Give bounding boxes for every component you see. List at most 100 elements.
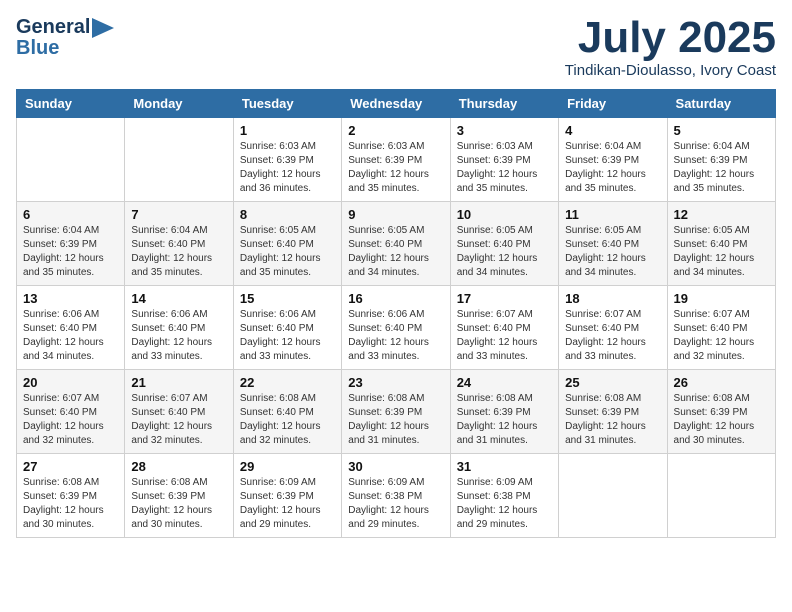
day-number: 16 xyxy=(348,291,443,306)
calendar-cell: 5 Sunrise: 6:04 AM Sunset: 6:39 PM Daylig… xyxy=(667,118,775,202)
day-info: Sunrise: 6:05 AM Sunset: 6:40 PM Dayligh… xyxy=(240,224,335,280)
day-info: Sunrise: 6:08 AM Sunset: 6:39 PM Dayligh… xyxy=(348,392,443,448)
day-info: Sunrise: 6:08 AM Sunset: 6:39 PM Dayligh… xyxy=(457,392,552,448)
weekday-header-sunday: Sunday xyxy=(17,90,125,118)
day-info: Sunrise: 6:07 AM Sunset: 6:40 PM Dayligh… xyxy=(565,308,660,364)
day-number: 5 xyxy=(674,123,769,138)
calendar-cell: 15 Sunrise: 6:06 AM Sunset: 6:40 PM Dayli… xyxy=(233,286,341,370)
logo: General Blue xyxy=(16,16,114,60)
day-info: Sunrise: 6:05 AM Sunset: 6:40 PM Dayligh… xyxy=(457,224,552,280)
day-info: Sunrise: 6:03 AM Sunset: 6:39 PM Dayligh… xyxy=(240,140,335,196)
day-number: 13 xyxy=(23,291,118,306)
calendar-cell xyxy=(667,454,775,538)
logo-blue-text: Blue xyxy=(16,37,59,60)
day-number: 7 xyxy=(131,207,226,222)
day-info: Sunrise: 6:03 AM Sunset: 6:39 PM Dayligh… xyxy=(457,140,552,196)
day-info: Sunrise: 6:04 AM Sunset: 6:40 PM Dayligh… xyxy=(131,224,226,280)
calendar-cell: 29 Sunrise: 6:09 AM Sunset: 6:39 PM Dayli… xyxy=(233,454,341,538)
calendar-cell: 9Sunrise: 6:05 AM Sunset: 6:40 PM Daylig… xyxy=(342,202,450,286)
calendar-cell: 1 Sunrise: 6:03 AM Sunset: 6:39 PM Daylig… xyxy=(233,118,341,202)
day-number: 22 xyxy=(240,375,335,390)
calendar-cell: 28 Sunrise: 6:08 AM Sunset: 6:39 PM Dayli… xyxy=(125,454,233,538)
calendar-week-row: 1 Sunrise: 6:03 AM Sunset: 6:39 PM Daylig… xyxy=(17,118,776,202)
day-info: Sunrise: 6:06 AM Sunset: 6:40 PM Dayligh… xyxy=(131,308,226,364)
calendar-cell: 8 Sunrise: 6:05 AM Sunset: 6:40 PM Daylig… xyxy=(233,202,341,286)
day-info: Sunrise: 6:09 AM Sunset: 6:38 PM Dayligh… xyxy=(348,476,443,532)
day-info: Sunrise: 6:04 AM Sunset: 6:39 PM Dayligh… xyxy=(674,140,769,196)
day-number: 14 xyxy=(131,291,226,306)
day-number: 8 xyxy=(240,207,335,222)
day-info: Sunrise: 6:05 AM Sunset: 6:40 PM Dayligh… xyxy=(565,224,660,280)
weekday-header-thursday: Thursday xyxy=(450,90,558,118)
day-number: 12 xyxy=(674,207,769,222)
calendar-cell: 20 Sunrise: 6:07 AM Sunset: 6:40 PM Dayli… xyxy=(17,370,125,454)
weekday-header-wednesday: Wednesday xyxy=(342,90,450,118)
month-title: July 2025 xyxy=(565,16,776,60)
calendar-week-row: 13 Sunrise: 6:06 AM Sunset: 6:40 PM Dayli… xyxy=(17,286,776,370)
day-number: 24 xyxy=(457,375,552,390)
day-number: 28 xyxy=(131,459,226,474)
calendar-cell: 27 Sunrise: 6:08 AM Sunset: 6:39 PM Dayli… xyxy=(17,454,125,538)
calendar-week-row: 6 Sunrise: 6:04 AM Sunset: 6:39 PM Daylig… xyxy=(17,202,776,286)
calendar-cell: 25 Sunrise: 6:08 AM Sunset: 6:39 PM Dayli… xyxy=(559,370,667,454)
calendar-cell: 24 Sunrise: 6:08 AM Sunset: 6:39 PM Dayli… xyxy=(450,370,558,454)
day-number: 31 xyxy=(457,459,552,474)
day-number: 11 xyxy=(565,207,660,222)
day-info: Sunrise: 6:07 AM Sunset: 6:40 PM Dayligh… xyxy=(23,392,118,448)
calendar-cell: 4Sunrise: 6:04 AM Sunset: 6:39 PM Daylig… xyxy=(559,118,667,202)
day-number: 15 xyxy=(240,291,335,306)
calendar-week-row: 27 Sunrise: 6:08 AM Sunset: 6:39 PM Dayli… xyxy=(17,454,776,538)
day-info: Sunrise: 6:07 AM Sunset: 6:40 PM Dayligh… xyxy=(674,308,769,364)
day-info: Sunrise: 6:09 AM Sunset: 6:39 PM Dayligh… xyxy=(240,476,335,532)
calendar-cell: 31 Sunrise: 6:09 AM Sunset: 6:38 PM Dayli… xyxy=(450,454,558,538)
day-number: 18 xyxy=(565,291,660,306)
calendar-cell: 7 Sunrise: 6:04 AM Sunset: 6:40 PM Daylig… xyxy=(125,202,233,286)
day-number: 29 xyxy=(240,459,335,474)
day-info: Sunrise: 6:07 AM Sunset: 6:40 PM Dayligh… xyxy=(457,308,552,364)
weekday-header-tuesday: Tuesday xyxy=(233,90,341,118)
day-number: 9 xyxy=(348,207,443,222)
calendar-cell: 18 Sunrise: 6:07 AM Sunset: 6:40 PM Dayli… xyxy=(559,286,667,370)
day-number: 27 xyxy=(23,459,118,474)
calendar-cell: 14 Sunrise: 6:06 AM Sunset: 6:40 PM Dayli… xyxy=(125,286,233,370)
day-number: 30 xyxy=(348,459,443,474)
day-number: 20 xyxy=(23,375,118,390)
location-title: Tindikan-Dioulasso, Ivory Coast xyxy=(565,62,776,79)
calendar-cell: 16 Sunrise: 6:06 AM Sunset: 6:40 PM Dayli… xyxy=(342,286,450,370)
day-info: Sunrise: 6:08 AM Sunset: 6:39 PM Dayligh… xyxy=(565,392,660,448)
calendar-cell: 6 Sunrise: 6:04 AM Sunset: 6:39 PM Daylig… xyxy=(17,202,125,286)
day-number: 17 xyxy=(457,291,552,306)
calendar-cell xyxy=(559,454,667,538)
calendar-cell: 21 Sunrise: 6:07 AM Sunset: 6:40 PM Dayli… xyxy=(125,370,233,454)
calendar-cell: 26 Sunrise: 6:08 AM Sunset: 6:39 PM Dayli… xyxy=(667,370,775,454)
day-number: 6 xyxy=(23,207,118,222)
day-number: 26 xyxy=(674,375,769,390)
logo-general-text: General xyxy=(16,16,90,39)
weekday-header-monday: Monday xyxy=(125,90,233,118)
calendar-cell: 3 Sunrise: 6:03 AM Sunset: 6:39 PM Daylig… xyxy=(450,118,558,202)
day-info: Sunrise: 6:06 AM Sunset: 6:40 PM Dayligh… xyxy=(348,308,443,364)
weekday-header-saturday: Saturday xyxy=(667,90,775,118)
calendar-cell: 11 Sunrise: 6:05 AM Sunset: 6:40 PM Dayli… xyxy=(559,202,667,286)
day-info: Sunrise: 6:07 AM Sunset: 6:40 PM Dayligh… xyxy=(131,392,226,448)
day-info: Sunrise: 6:09 AM Sunset: 6:38 PM Dayligh… xyxy=(457,476,552,532)
day-info: Sunrise: 6:06 AM Sunset: 6:40 PM Dayligh… xyxy=(240,308,335,364)
day-number: 21 xyxy=(131,375,226,390)
day-info: Sunrise: 6:04 AM Sunset: 6:39 PM Dayligh… xyxy=(23,224,118,280)
calendar-cell: 12Sunrise: 6:05 AM Sunset: 6:40 PM Dayli… xyxy=(667,202,775,286)
day-number: 1 xyxy=(240,123,335,138)
day-number: 4 xyxy=(565,123,660,138)
day-info: Sunrise: 6:08 AM Sunset: 6:39 PM Dayligh… xyxy=(23,476,118,532)
calendar-cell xyxy=(17,118,125,202)
calendar-cell: 2Sunrise: 6:03 AM Sunset: 6:39 PM Daylig… xyxy=(342,118,450,202)
day-info: Sunrise: 6:06 AM Sunset: 6:40 PM Dayligh… xyxy=(23,308,118,364)
calendar-cell: 10 Sunrise: 6:05 AM Sunset: 6:40 PM Dayli… xyxy=(450,202,558,286)
logo-arrow-icon xyxy=(92,18,114,38)
day-info: Sunrise: 6:08 AM Sunset: 6:39 PM Dayligh… xyxy=(131,476,226,532)
day-info: Sunrise: 6:08 AM Sunset: 6:39 PM Dayligh… xyxy=(674,392,769,448)
day-number: 25 xyxy=(565,375,660,390)
calendar-cell: 13 Sunrise: 6:06 AM Sunset: 6:40 PM Dayli… xyxy=(17,286,125,370)
day-number: 3 xyxy=(457,123,552,138)
calendar-cell xyxy=(125,118,233,202)
day-number: 10 xyxy=(457,207,552,222)
